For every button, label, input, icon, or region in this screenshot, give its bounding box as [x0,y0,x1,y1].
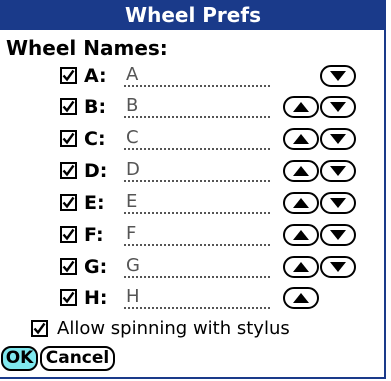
allow-spinning-checkbox[interactable] [31,320,48,337]
up-arrow-icon [293,230,309,240]
wheel-letter-label: F: [84,224,104,246]
wheel-name-field[interactable]: E [124,190,270,214]
wheel-checkbox[interactable] [60,67,77,84]
wheel-row: B: B [0,92,386,122]
wheel-letter-label: C: [84,128,106,150]
down-arrow-icon [330,102,346,112]
down-arrow-icon [330,134,346,144]
checkmark-icon [62,164,75,177]
wheel-checkbox[interactable] [60,130,77,147]
wheel-checkbox[interactable] [60,258,77,275]
wheel-letter-label: A: [84,65,107,87]
move-up-button[interactable] [283,224,319,246]
checkmark-icon [62,291,75,304]
up-arrow-icon [293,102,309,112]
wheel-checkbox[interactable] [60,98,77,115]
move-down-button[interactable] [320,128,356,150]
move-down-button[interactable] [320,224,356,246]
wheel-row: H: H [0,283,386,313]
move-up-button[interactable] [283,96,319,118]
move-down-button[interactable] [320,192,356,214]
wheel-letter-label: G: [84,256,108,278]
wheel-letter-label: H: [84,287,108,309]
wheel-checkbox[interactable] [60,289,77,306]
ok-button[interactable]: OK [1,346,38,371]
up-arrow-icon [293,293,309,303]
down-arrow-icon [330,198,346,208]
move-up-button[interactable] [283,287,319,309]
down-arrow-icon [330,262,346,272]
wheel-checkbox[interactable] [60,226,77,243]
wheel-row: F: F [0,220,386,250]
wheel-row: A: A [0,61,386,91]
move-up-button[interactable] [283,192,319,214]
checkmark-icon [62,196,75,209]
checkmark-icon [62,100,75,113]
wheel-letter-label: E: [84,192,105,214]
move-up-button[interactable] [283,128,319,150]
up-arrow-icon [293,198,309,208]
up-arrow-icon [293,262,309,272]
move-up-button[interactable] [283,160,319,182]
checkmark-icon [62,132,75,145]
wheel-row: E: E [0,188,386,218]
down-arrow-icon [330,166,346,176]
checkmark-icon [62,69,75,82]
wheel-checkbox[interactable] [60,162,77,179]
allow-spinning-option[interactable]: Allow spinning with stylus [0,316,386,344]
allow-spinning-label: Allow spinning with stylus [57,318,290,339]
move-up-button[interactable] [283,256,319,278]
wheel-name-field[interactable]: G [124,254,270,278]
wheel-name-field[interactable]: D [124,158,270,182]
move-down-button[interactable] [320,160,356,182]
dialog-title: Wheel Prefs [0,0,386,30]
wheel-letter-label: B: [84,96,107,118]
wheel-name-field[interactable]: C [124,126,270,150]
wheel-name-field[interactable]: A [124,63,270,87]
up-arrow-icon [293,134,309,144]
wheel-name-field[interactable]: H [124,285,270,309]
wheel-letter-label: D: [84,160,108,182]
checkmark-icon [62,260,75,273]
down-arrow-icon [330,230,346,240]
wheel-checkbox[interactable] [60,194,77,211]
wheel-name-field[interactable]: F [124,222,270,246]
checkmark-icon [62,228,75,241]
wheel-row: C: C [0,124,386,154]
wheel-row: D: D [0,156,386,186]
wheel-row: G: G [0,252,386,282]
cancel-button[interactable]: Cancel [40,346,115,371]
move-down-button[interactable] [320,256,356,278]
down-arrow-icon [330,71,346,81]
checkmark-icon [33,322,46,335]
move-down-button[interactable] [320,96,356,118]
wheel-name-field[interactable]: B [124,94,270,118]
wheel-names-label: Wheel Names: [6,36,168,60]
move-down-button[interactable] [320,65,356,87]
up-arrow-icon [293,166,309,176]
